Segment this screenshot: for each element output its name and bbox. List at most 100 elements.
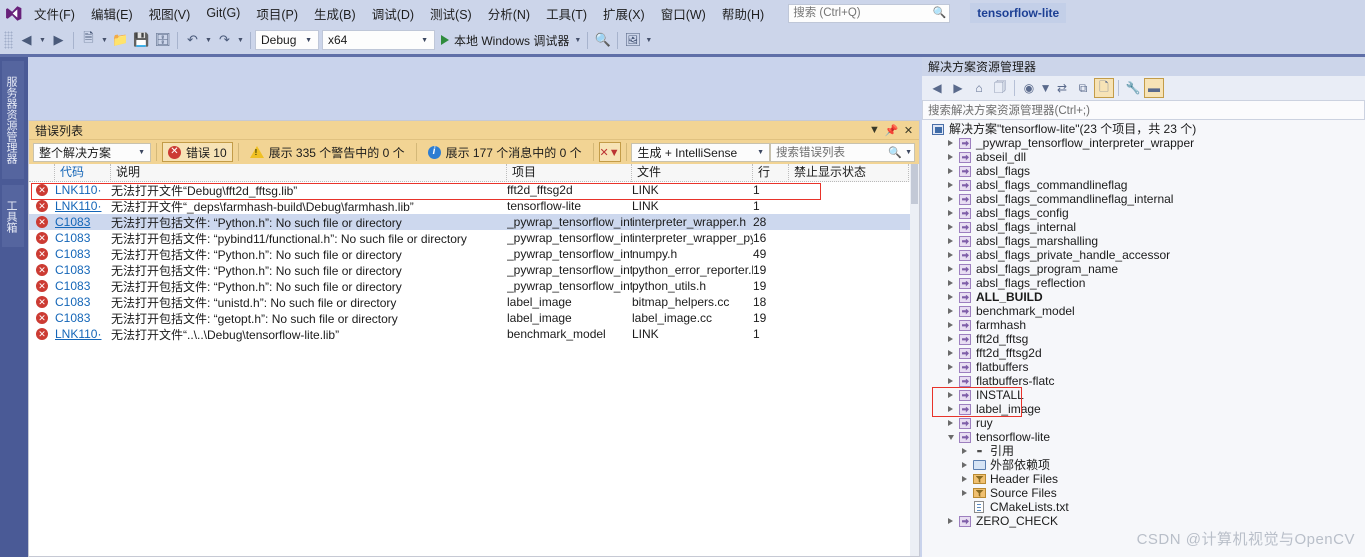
table-row[interactable]: ✕ C1083 无法打开包括文件: “unistd.h”: No such file… — [29, 294, 919, 310]
chevron-right-icon[interactable] — [944, 420, 957, 426]
solution-platform-select[interactable]: x64 ▼ — [322, 30, 435, 50]
chevron-right-icon[interactable] — [944, 210, 957, 216]
tree-item-fft2d-fftsg2d[interactable]: fft2d_fftsg2d — [922, 346, 1365, 360]
chevron-right-icon[interactable] — [944, 378, 957, 384]
tree-item-all-build[interactable]: ALL_BUILD — [922, 290, 1365, 304]
select-element-icon[interactable]: 🔍 — [592, 30, 613, 51]
solution-configuration-select[interactable]: Debug ▼ — [255, 30, 319, 50]
tree-root-solution[interactable]: 解决方案"tensorflow-lite"(23 个项目，共 23 个) — [922, 122, 1365, 136]
chevron-down-icon[interactable] — [944, 434, 957, 440]
forward-icon[interactable]: ▶ — [948, 78, 968, 98]
menu-item-2[interactable]: 视图(V) — [141, 1, 199, 26]
chevron-right-icon[interactable] — [944, 336, 957, 342]
column-header-code[interactable]: 代码 — [55, 163, 111, 182]
undo-icon[interactable]: ↶ — [182, 30, 203, 51]
table-row[interactable]: ✕ C1083 无法打开包括文件: “Python.h”: No such file… — [29, 262, 919, 278]
chevron-right-icon[interactable] — [958, 448, 971, 454]
tree-item-[interactable]: 外部依赖项 — [922, 458, 1365, 472]
active-project-badge[interactable]: tensorflow-lite — [970, 3, 1067, 23]
home-icon[interactable]: ⌂ — [969, 78, 989, 98]
menu-item-7[interactable]: 测试(S) — [422, 1, 480, 26]
chevron-right-icon[interactable] — [944, 406, 957, 412]
chevron-right-icon[interactable] — [944, 308, 957, 314]
collapse-all-icon[interactable]: ⧉ — [1073, 78, 1093, 98]
panel-menu-icon[interactable]: ▼ — [866, 122, 883, 139]
new-project-icon[interactable]: 🗎 — [78, 30, 99, 51]
close-icon[interactable]: ✕ — [900, 122, 917, 139]
tree-item-pywrap-tensorflow-interpreter-wrapper[interactable]: _pywrap_tensorflow_interpreter_wrapper — [922, 136, 1365, 150]
chevron-right-icon[interactable] — [958, 476, 971, 482]
save-all-icon[interactable]: 🗄 — [152, 30, 173, 51]
start-debugging-caret-icon[interactable]: ▼ — [572, 30, 583, 51]
tree-item-farmhash[interactable]: farmhash — [922, 318, 1365, 332]
back-icon[interactable]: ◀ — [927, 78, 947, 98]
error-list-scrollbar[interactable] — [910, 164, 919, 556]
show-all-files-icon[interactable]: ◉ — [1019, 78, 1039, 98]
tree-item-flatbuffers-flatc[interactable]: flatbuffers-flatc — [922, 374, 1365, 388]
table-row[interactable]: ✕ C1083 无法打开包括文件: “Python.h”: No such file… — [29, 278, 919, 294]
tree-item-abseil-dll[interactable]: abseil_dll — [922, 150, 1365, 164]
navigate-forward-icon[interactable]: ▶ — [48, 30, 69, 51]
column-header-description[interactable]: 说明 — [111, 163, 507, 182]
show-all-files-caret-icon[interactable]: ▼ — [1040, 78, 1052, 98]
menu-item-9[interactable]: 工具(T) — [538, 1, 595, 26]
tree-item-absl-flags-commandlineflag[interactable]: absl_flags_commandlineflag — [922, 178, 1365, 192]
toolbar-grip[interactable] — [4, 31, 13, 49]
tree-item-tensorflow-lite[interactable]: tensorflow-lite — [922, 430, 1365, 444]
save-icon[interactable]: 💾 — [131, 30, 152, 51]
column-header-file[interactable]: 文件 — [632, 163, 753, 182]
warnings-filter-button[interactable]: 展示 335 个警告中的 0 个 — [244, 142, 411, 162]
refresh-icon[interactable]: ⇄ — [1052, 78, 1072, 98]
tree-item-absl-flags[interactable]: absl_flags — [922, 164, 1365, 178]
chevron-right-icon[interactable] — [944, 182, 957, 188]
redo-icon[interactable]: ↷ — [214, 30, 235, 51]
open-file-icon[interactable]: 📁 — [110, 30, 131, 51]
menu-item-10[interactable]: 扩展(X) — [595, 1, 653, 26]
chevron-right-icon[interactable] — [958, 490, 971, 496]
chevron-right-icon[interactable] — [944, 350, 957, 356]
menu-item-3[interactable]: Git(G) — [198, 3, 248, 23]
view-code-icon[interactable]: 🗋 — [1094, 78, 1114, 98]
chevron-right-icon[interactable] — [944, 252, 957, 258]
menu-item-5[interactable]: 生成(B) — [306, 1, 364, 26]
chevron-right-icon[interactable] — [944, 238, 957, 244]
table-row[interactable]: ✕ C1083 无法打开包括文件: “Python.h”: No such file… — [29, 246, 919, 262]
tree-item-fft2d-fftsg[interactable]: fft2d_fftsg — [922, 332, 1365, 346]
table-row[interactable]: ✕ LNK110· 无法打开文件“Debug\fft2d_fftsg.lib” fft… — [29, 182, 919, 198]
properties-icon[interactable]: 🔧 — [1123, 78, 1143, 98]
solution-explorer-search-input[interactable]: 搜索解决方案资源管理器(Ctrl+;) — [922, 100, 1365, 120]
chevron-right-icon[interactable] — [944, 154, 957, 160]
chevron-right-icon[interactable] — [944, 518, 957, 524]
errors-filter-button[interactable]: ✕ 错误 10 — [161, 142, 233, 162]
start-debugging-button[interactable]: 本地 Windows 调试器 — [438, 30, 572, 51]
pending-changes-icon[interactable]: 🗍 — [990, 78, 1010, 98]
chevron-right-icon[interactable] — [944, 280, 957, 286]
pin-icon[interactable]: 📌 — [883, 122, 900, 139]
table-row[interactable]: ✕ LNK110· 无法打开文件“_deps\farmhash-build\Debu… — [29, 198, 919, 214]
table-row[interactable]: ✕ C1083 无法打开包括文件: “pybind11/functional.h”:… — [29, 230, 919, 246]
tree-item-label-image[interactable]: label_image — [922, 402, 1365, 416]
menu-item-4[interactable]: 项目(P) — [248, 1, 306, 26]
navigate-backward-caret-icon[interactable]: ▼ — [37, 30, 48, 51]
undo-caret-icon[interactable]: ▼ — [203, 30, 214, 51]
tree-item-install[interactable]: INSTALL — [922, 388, 1365, 402]
tree-item-absl-flags-config[interactable]: absl_flags_config — [922, 206, 1365, 220]
column-header-suppression[interactable]: 禁止显示状态 — [789, 163, 909, 182]
chevron-right-icon[interactable] — [944, 392, 957, 398]
tree-item-absl-flags-private-handle-accessor[interactable]: absl_flags_private_handle_accessor — [922, 248, 1365, 262]
tree-item-absl-flags-commandlineflag-internal[interactable]: absl_flags_commandlineflag_internal — [922, 192, 1365, 206]
messages-filter-button[interactable]: i 展示 177 个消息中的 0 个 — [422, 142, 588, 162]
clear-filter-button[interactable]: ✕▼ — [598, 142, 621, 162]
menu-item-1[interactable]: 编辑(E) — [83, 1, 141, 26]
column-header-project[interactable]: 项目 — [507, 163, 632, 182]
tree-item-header-files[interactable]: Header Files — [922, 472, 1365, 486]
chevron-right-icon[interactable] — [944, 168, 957, 174]
preview-selected-items-icon[interactable]: ▬ — [1144, 78, 1164, 98]
tree-item-absl-flags-reflection[interactable]: absl_flags_reflection — [922, 276, 1365, 290]
tree-item-cmakelists-txt[interactable]: CMakeLists.txt — [922, 500, 1365, 514]
tree-item-benchmark-model[interactable]: benchmark_model — [922, 304, 1365, 318]
error-search-input[interactable]: 搜索错误列表 🔍 ▼ — [770, 142, 916, 162]
build-intellisense-select[interactable]: 生成 + IntelliSense ▼ — [631, 142, 770, 162]
chevron-right-icon[interactable] — [958, 462, 971, 468]
chevron-right-icon[interactable] — [944, 196, 957, 202]
